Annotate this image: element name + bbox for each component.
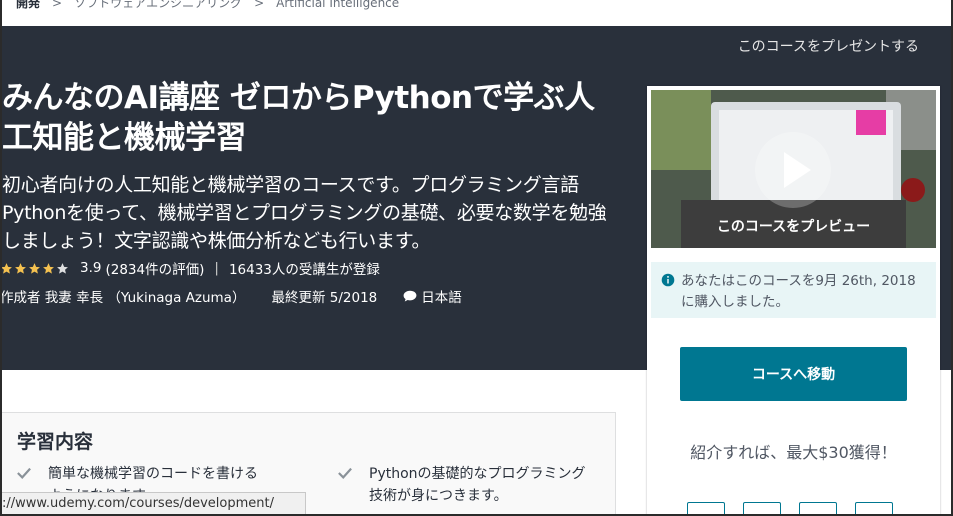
- course-meta: 作成者 我妻 幸長 （Yukinaga Azuma） 最終更新 5/2018 日…: [0, 286, 462, 306]
- check-icon: [17, 467, 31, 479]
- breadcrumb: 開発 > ソフトウェアエンジニアリング > Artificial Intelli…: [16, 0, 399, 11]
- star-empty-icon: [57, 262, 68, 274]
- status-bar-url: ://www.udemy.com/courses/development/: [0, 492, 306, 516]
- rating-row: 3.9 (2834件の評価) | 16433人の受講生が登録: [0, 258, 380, 278]
- star-icon: [15, 262, 26, 274]
- purchase-notice: あなたはこのコースを9月 26th, 2018に購入しました。: [651, 262, 936, 318]
- learn-item-text: Pythonの基礎的なプログラミング技術が身につきます。: [369, 466, 586, 504]
- gift-course-link[interactable]: このコースをプレゼントする: [738, 36, 919, 56]
- play-button[interactable]: [755, 132, 831, 208]
- breadcrumb-item-software-engineering[interactable]: ソフトウェアエンジニアリング: [74, 0, 242, 11]
- go-to-course-button[interactable]: コースへ移動: [680, 347, 907, 401]
- purchase-notice-text: あなたはこのコースを9月 26th, 2018に購入しました。: [681, 273, 916, 310]
- course-title: みんなのAI講座 ゼロからPythonで学ぶ人工知能と機械学習: [2, 80, 595, 156]
- last-updated: 最終更新 5/2018: [271, 290, 378, 306]
- rating-value: 3.9: [80, 260, 102, 276]
- student-count: 16433人の受講生が登録: [228, 262, 380, 278]
- play-icon: [784, 152, 811, 188]
- star-icon: [29, 262, 40, 274]
- breadcrumb-separator: >: [254, 0, 265, 10]
- info-icon: [661, 273, 675, 287]
- preview-label: このコースをプレビュー: [716, 219, 871, 235]
- referral-text: 紹介すれば、最大$30獲得！: [690, 443, 897, 462]
- rating-divider: |: [214, 260, 219, 276]
- star-icon: [43, 262, 54, 274]
- star-rating: [0, 262, 70, 275]
- speech-bubble-icon: [403, 290, 417, 302]
- check-icon: [338, 467, 352, 479]
- breadcrumb-separator: >: [52, 0, 63, 10]
- breadcrumb-item-ai[interactable]: Artificial Intelligence: [276, 0, 399, 10]
- breadcrumb-item-development[interactable]: 開発: [16, 0, 40, 11]
- learn-title: 学習内容: [17, 431, 94, 453]
- course-subtitle: 初心者向けの人工知能と機械学習のコースです。プログラミング言語Pythonを使っ…: [2, 174, 607, 252]
- learn-item: Pythonの基礎的なプログラミング技術が身につきます。: [338, 463, 588, 507]
- course-author[interactable]: 作成者 我妻 幸長 （Yukinaga Azuma）: [0, 286, 245, 306]
- course-language: 日本語: [421, 290, 462, 306]
- course-sidebar-card: このコースをプレビュー あなたはこのコースを9月 26th, 2018に購入しま…: [647, 86, 940, 516]
- window-frame-left: [0, 0, 2, 516]
- course-preview-video[interactable]: このコースをプレビュー: [651, 90, 936, 248]
- rating-count[interactable]: (2834件の評価): [105, 258, 204, 278]
- breadcrumb-bar: 開発 > ソフトウェアエンジニアリング > Artificial Intelli…: [0, 0, 953, 26]
